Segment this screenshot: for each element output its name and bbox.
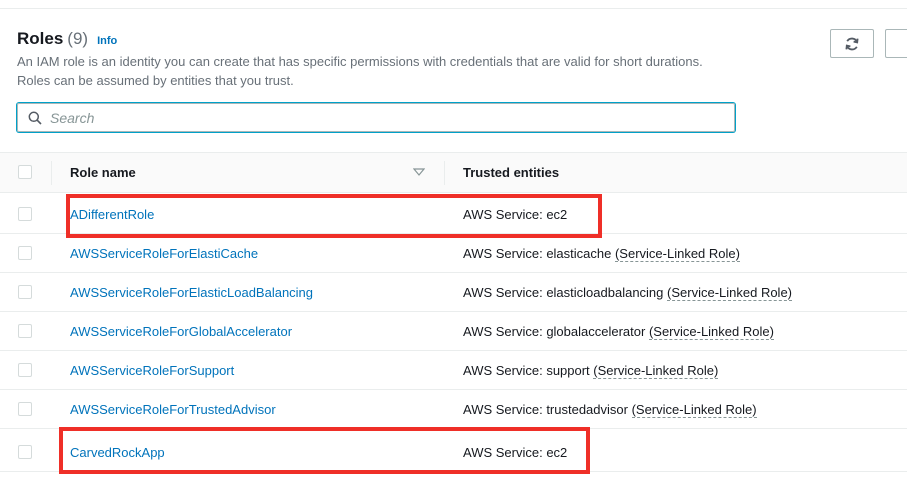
role-name-link[interactable]: AWSServiceRoleForElasticLoadBalancing: [70, 285, 313, 300]
sort-down-icon[interactable]: [413, 168, 425, 176]
highlight-box: [59, 427, 590, 474]
role-name-link[interactable]: AWSServiceRoleForElastiCache: [70, 246, 258, 261]
table-header: Role name Trusted entities: [0, 152, 907, 193]
service-linked-label: (Service-Linked Role): [648, 324, 774, 340]
refresh-button[interactable]: [830, 29, 874, 58]
column-divider: [51, 161, 52, 185]
roles-count: (9): [67, 29, 89, 48]
row-checkbox[interactable]: [18, 445, 32, 459]
trusted-entity: AWS Service: globalaccelerator (Service-…: [463, 324, 774, 340]
table-row: AWSServiceRoleForSupport AWS Service: su…: [0, 351, 907, 390]
role-name-link[interactable]: AWSServiceRoleForGlobalAccelerator: [70, 324, 292, 339]
trusted-entity: AWS Service: support (Service-Linked Rol…: [463, 363, 719, 379]
top-divider: [0, 8, 907, 9]
search-box[interactable]: [17, 103, 735, 132]
trusted-entity: AWS Service: elasticache (Service-Linked…: [463, 246, 740, 262]
row-checkbox[interactable]: [18, 324, 32, 338]
table-row: AWSServiceRoleForElastiCache AWS Service…: [0, 234, 907, 273]
roles-description: An IAM role is an identity you can creat…: [17, 54, 703, 88]
trusted-entity: AWS Service: trustedadvisor (Service-Lin…: [463, 402, 757, 418]
row-checkbox[interactable]: [18, 285, 32, 299]
refresh-icon: [845, 37, 859, 50]
row-checkbox[interactable]: [18, 246, 32, 260]
trusted-entity: AWS Service: elasticloadbalancing (Servi…: [463, 285, 793, 301]
search-input[interactable]: [50, 106, 720, 129]
table-row: AWSServiceRoleForElasticLoadBalancing AW…: [0, 273, 907, 312]
page-title: Roles: [17, 29, 64, 48]
select-all-checkbox[interactable]: [18, 165, 32, 179]
role-name-link[interactable]: AWSServiceRoleForSupport: [70, 363, 234, 378]
service-linked-label: (Service-Linked Role): [614, 246, 740, 262]
row-checkbox[interactable]: [18, 363, 32, 377]
role-name-link[interactable]: AWSServiceRoleForTrustedAdvisor: [70, 402, 276, 417]
row-checkbox[interactable]: [18, 207, 32, 221]
column-header-trusted-entities[interactable]: Trusted entities: [463, 165, 559, 180]
service-linked-label: (Service-Linked Role): [593, 363, 719, 379]
table-row: AWSServiceRoleForTrustedAdvisor AWS Serv…: [0, 390, 907, 429]
highlight-box: [66, 194, 602, 238]
service-linked-label: (Service-Linked Role): [667, 285, 793, 301]
info-link[interactable]: Info: [97, 35, 117, 47]
table-row: AWSServiceRoleForGlobalAccelerator AWS S…: [0, 312, 907, 351]
column-divider: [444, 161, 445, 185]
search-icon: [28, 111, 42, 125]
column-header-role-name[interactable]: Role name: [70, 165, 136, 180]
row-checkbox[interactable]: [18, 402, 32, 416]
roles-header: Roles (9) Info: [17, 29, 117, 49]
action-button[interactable]: [885, 29, 907, 58]
service-linked-label: (Service-Linked Role): [631, 402, 757, 418]
